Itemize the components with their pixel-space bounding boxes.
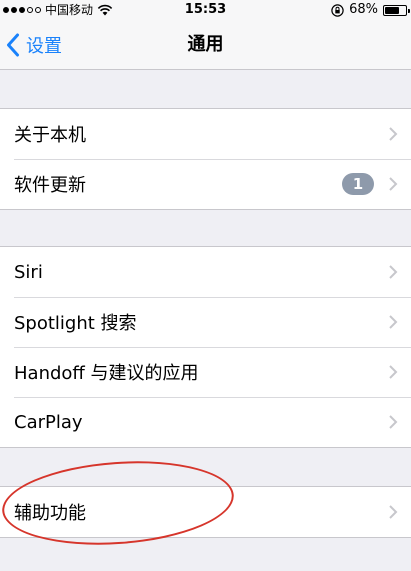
settings-group-about: 关于本机 软件更新 1: [0, 108, 411, 210]
battery-percent: 68%: [349, 2, 378, 17]
page-title: 通用: [187, 34, 224, 55]
cell-label: Spotlight 搜索: [14, 313, 137, 334]
cell-spotlight-search[interactable]: Spotlight 搜索: [0, 297, 411, 347]
navigation-bar: 设置 通用: [0, 20, 411, 70]
cell-label: Handoff 与建议的应用: [14, 363, 199, 384]
cell-handoff[interactable]: Handoff 与建议的应用: [0, 347, 411, 397]
cell-carplay[interactable]: CarPlay: [0, 397, 411, 447]
cell-label: 软件更新: [14, 175, 86, 196]
cell-label: CarPlay: [14, 411, 83, 433]
chevron-right-icon: [389, 365, 398, 379]
orientation-lock-icon: [331, 3, 344, 17]
settings-group-features: Siri Spotlight 搜索 Handoff 与建议的应用 CarPlay: [0, 246, 411, 448]
chevron-right-icon: [389, 505, 398, 519]
settings-group-accessibility: 辅助功能: [0, 486, 411, 538]
battery-icon: [383, 4, 410, 16]
chevron-right-icon: [389, 265, 398, 279]
cell-accessibility[interactable]: 辅助功能: [0, 487, 411, 537]
general-settings-screen: 中国移动 15:53 68% 设置 通用 关于本机 软件更新 1 Siri Sp…: [0, 0, 411, 571]
status-right: 68%: [331, 0, 410, 20]
status-bar: 中国移动 15:53 68%: [0, 0, 411, 20]
cell-siri[interactable]: Siri: [0, 247, 411, 297]
chevron-right-icon: [389, 415, 398, 429]
chevron-right-icon: [389, 315, 398, 329]
update-count-badge: 1: [342, 173, 374, 195]
cell-about-device[interactable]: 关于本机: [0, 109, 411, 159]
chevron-right-icon: [389, 177, 398, 191]
chevron-right-icon: [389, 127, 398, 141]
cell-label: 辅助功能: [14, 503, 86, 524]
battery-level-fill: [385, 6, 399, 14]
cell-label: 关于本机: [14, 125, 86, 146]
cell-label: Siri: [14, 261, 43, 283]
cell-software-update[interactable]: 软件更新 1: [0, 159, 411, 209]
